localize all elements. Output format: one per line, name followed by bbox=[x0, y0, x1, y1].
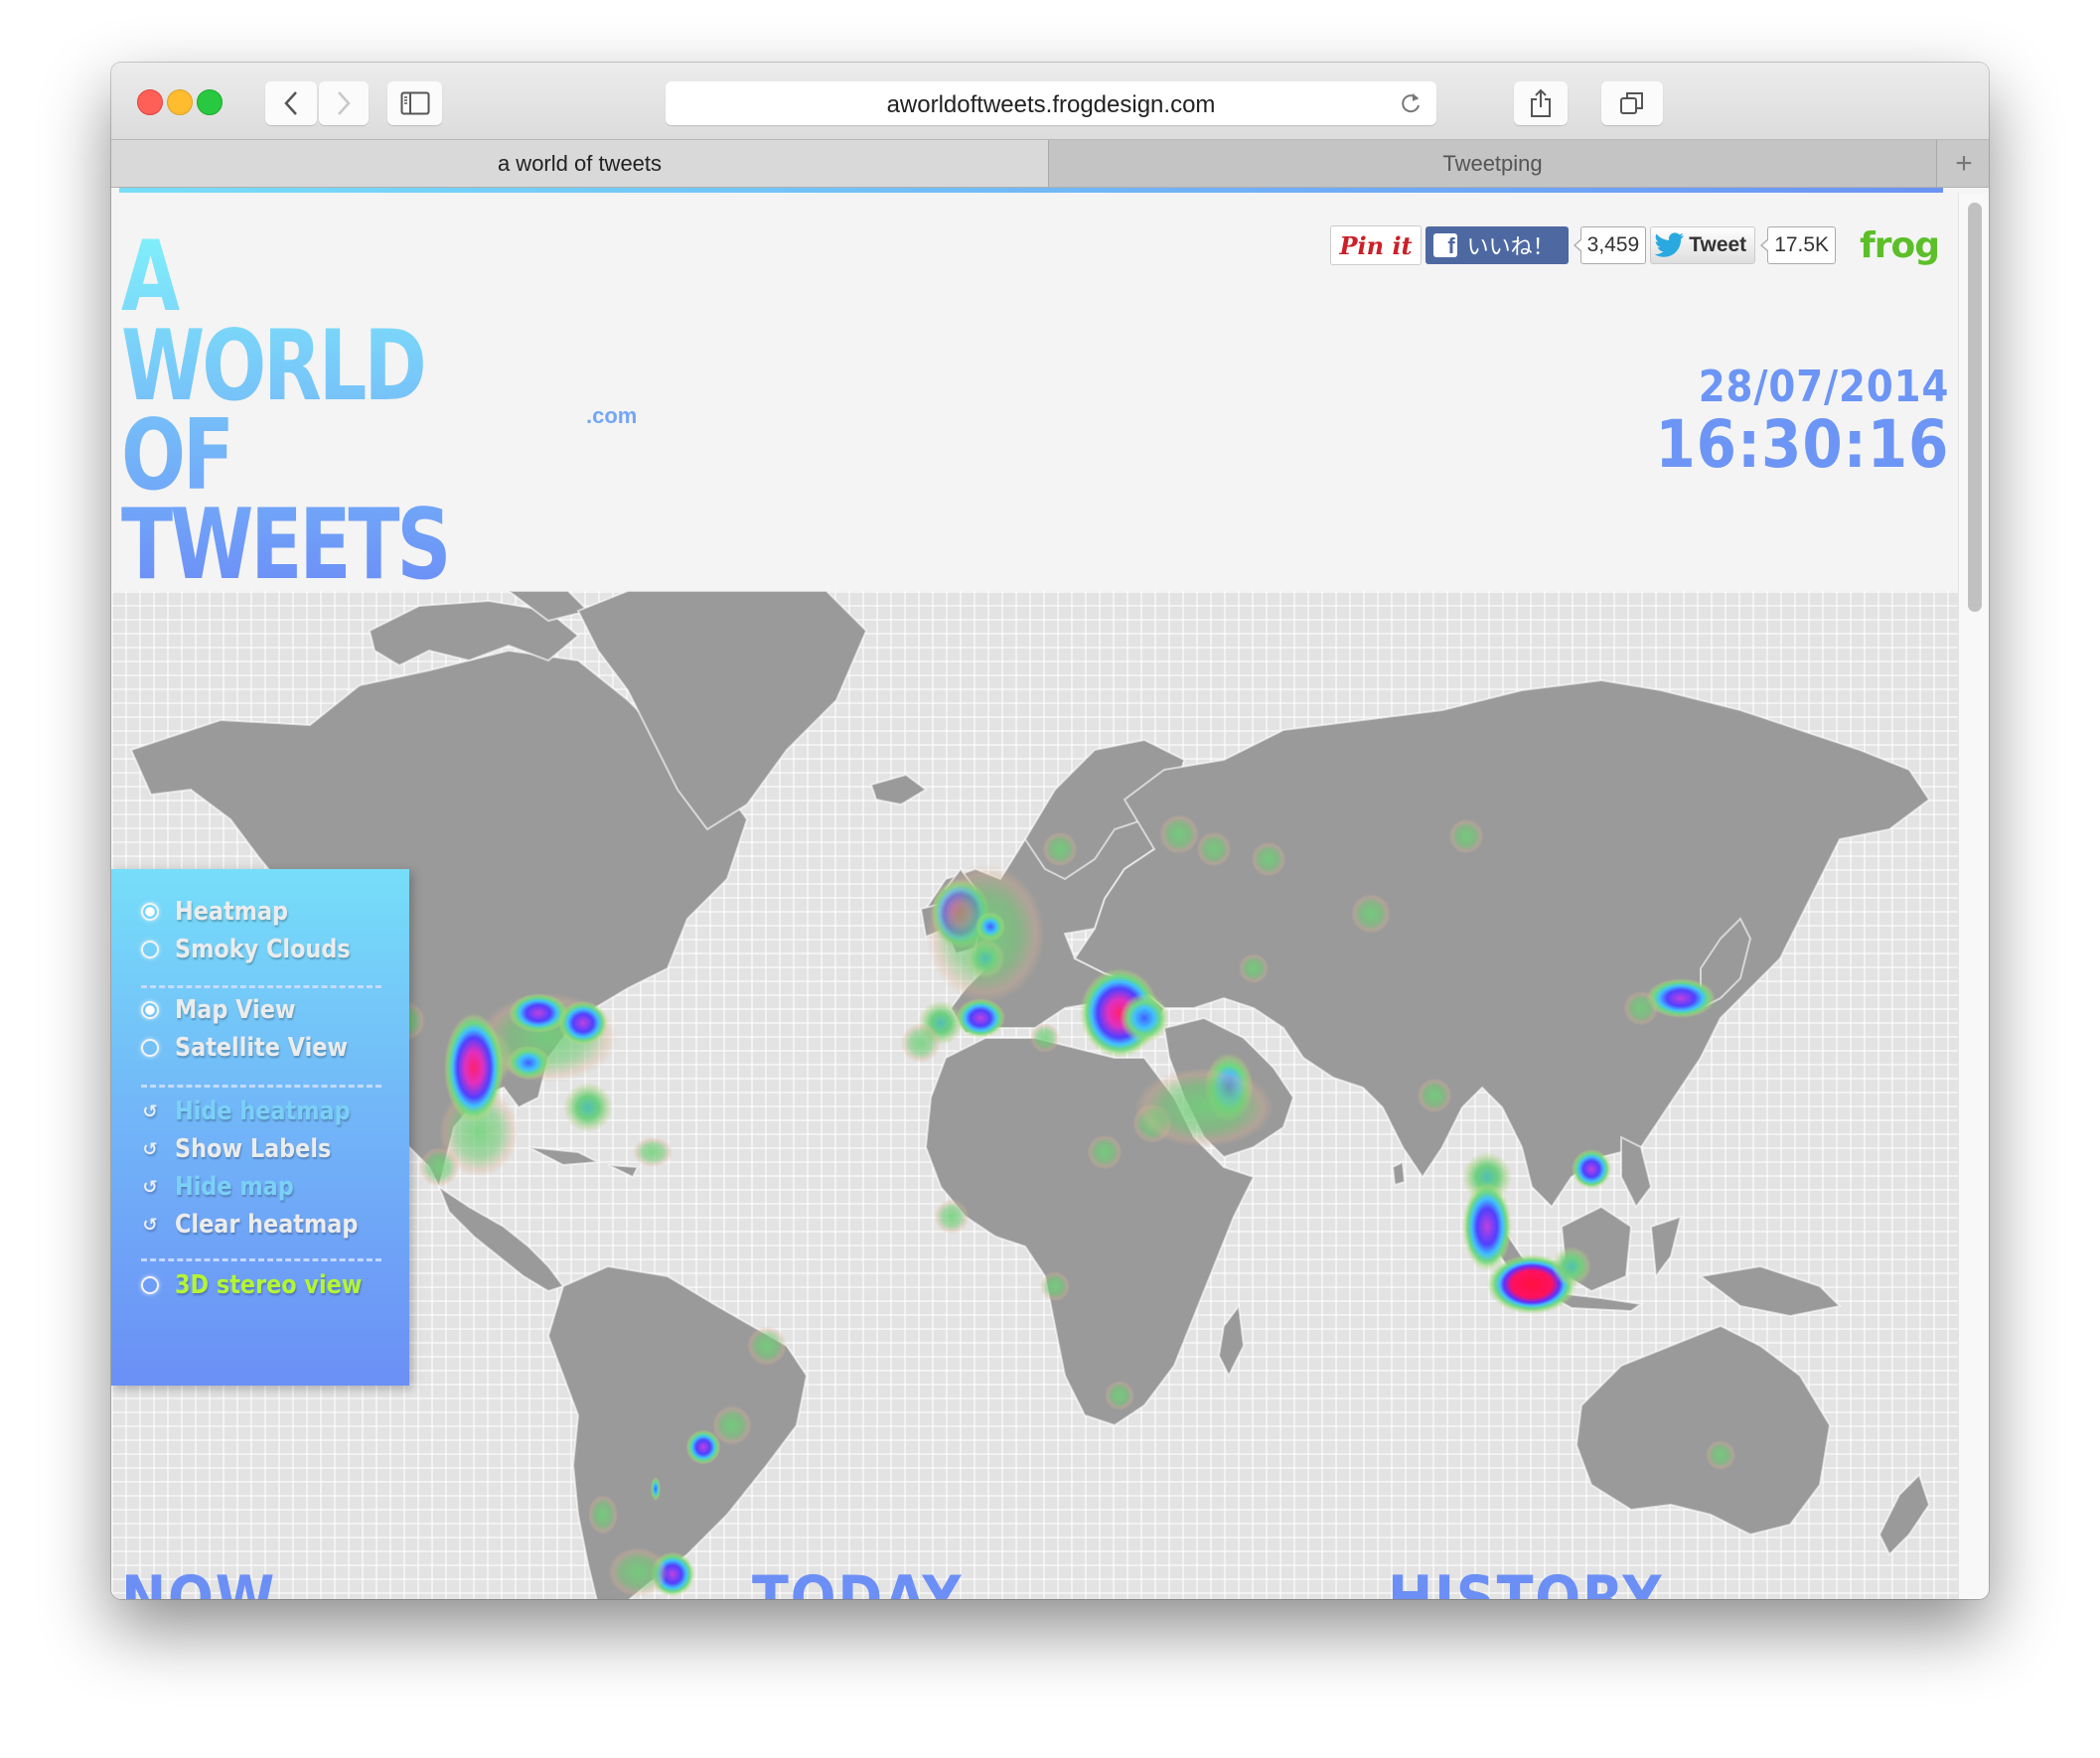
refresh-icon: ↺ bbox=[142, 1138, 158, 1160]
plus-icon: + bbox=[1955, 146, 1973, 180]
radio-map-view[interactable]: Map View bbox=[141, 995, 315, 1025]
scrollbar-thumb[interactable] bbox=[1968, 203, 1982, 612]
land-south-america bbox=[546, 1264, 809, 1599]
action-show-labels[interactable]: ↺ Show Labels bbox=[141, 1134, 357, 1164]
option-label: Smoky Clouds bbox=[175, 935, 351, 964]
action-hide-heatmap[interactable]: ↺ Hide heatmap bbox=[141, 1097, 378, 1126]
land-new-guinea bbox=[1698, 1264, 1843, 1318]
option-label: Hide map bbox=[175, 1172, 294, 1202]
sidebar-icon bbox=[400, 91, 429, 115]
logo-line-1: A bbox=[121, 220, 178, 334]
twitter-bird-icon bbox=[1655, 232, 1685, 257]
tweet-button[interactable]: Tweet bbox=[1650, 226, 1756, 264]
zoom-window-button[interactable] bbox=[197, 89, 223, 115]
address-bar[interactable]: aworldoftweets.frogdesign.com bbox=[666, 81, 1436, 125]
section-heading-now[interactable]: NOW bbox=[121, 1563, 276, 1599]
tab-tweetping[interactable]: Tweetping bbox=[1049, 140, 1937, 187]
share-button[interactable] bbox=[1514, 81, 1568, 125]
logo-line-3: OF TWEETS bbox=[121, 399, 449, 603]
radio-heatmap[interactable]: Heatmap bbox=[141, 897, 307, 927]
land-ireland bbox=[919, 902, 948, 939]
vertical-scrollbar[interactable] bbox=[1958, 193, 1989, 1599]
section-heading-history[interactable]: HISTORY bbox=[1388, 1563, 1663, 1599]
option-label: Show Labels bbox=[175, 1134, 332, 1164]
tab-bar: a world of tweets Tweetping + bbox=[111, 140, 1989, 188]
action-hide-map[interactable]: ↺ Hide map bbox=[141, 1172, 313, 1202]
share-icon bbox=[1531, 88, 1551, 117]
current-date: 28/07/2014 bbox=[1698, 362, 1949, 412]
refresh-icon: ↺ bbox=[142, 1214, 158, 1236]
new-tab-button[interactable]: + bbox=[1939, 140, 1989, 187]
radio-unselected-icon bbox=[141, 1276, 159, 1294]
radio-unselected-icon bbox=[141, 941, 159, 958]
land-madagascar bbox=[1217, 1303, 1246, 1379]
tab-overview-button[interactable] bbox=[1601, 81, 1663, 125]
land-sumatra bbox=[1474, 1204, 1544, 1288]
current-time: 16:30:16 bbox=[1655, 406, 1949, 483]
tab-a-world-of-tweets[interactable]: a world of tweets bbox=[111, 140, 1049, 187]
logo-line-2: WORLD bbox=[121, 310, 424, 424]
radio-satellite-view[interactable]: Satellite View bbox=[141, 1033, 375, 1063]
site-logo[interactable]: A WORLD OF TWEETS .com bbox=[121, 232, 638, 491]
frog-logo-link[interactable]: frog bbox=[1860, 225, 1940, 266]
radio-selected-icon bbox=[141, 1001, 159, 1019]
land-central-america bbox=[436, 1184, 565, 1293]
divider bbox=[141, 985, 381, 988]
url-text: aworldoftweets.frogdesign.com bbox=[886, 91, 1216, 118]
land-australia bbox=[1575, 1324, 1832, 1537]
page-content: A WORLD OF TWEETS .com Pin it f いいね！ 3,4… bbox=[111, 193, 1959, 1599]
radio-3d-stereo-view[interactable]: 3D stereo view bbox=[141, 1270, 392, 1300]
section-heading-today[interactable]: TODAY bbox=[752, 1563, 963, 1599]
refresh-icon: ↺ bbox=[142, 1176, 158, 1198]
close-window-button[interactable] bbox=[137, 89, 163, 115]
social-buttons: Pin it f いいね！ 3,459 Tweet 17.5K frog bbox=[1330, 225, 1940, 266]
chevron-right-icon bbox=[338, 91, 351, 115]
facebook-like-button[interactable]: f いいね！ bbox=[1425, 226, 1569, 264]
tweet-count: 17.5K bbox=[1760, 226, 1837, 264]
pinterest-pin-button[interactable]: Pin it bbox=[1330, 225, 1422, 265]
radio-smoky-clouds[interactable]: Smoky Clouds bbox=[141, 935, 378, 964]
sidebar-button[interactable] bbox=[387, 81, 442, 125]
browser-toolbar: aworldoftweets.frogdesign.com bbox=[111, 63, 1989, 140]
option-label: Satellite View bbox=[175, 1033, 349, 1063]
action-clear-heatmap[interactable]: ↺ Clear heatmap bbox=[141, 1210, 387, 1240]
facebook-like-label: いいね！ bbox=[1466, 234, 1555, 259]
land-iceland bbox=[869, 773, 928, 806]
land-borneo bbox=[1560, 1205, 1633, 1293]
tweet-label: Tweet bbox=[1689, 233, 1747, 256]
option-label: Clear heatmap bbox=[175, 1210, 359, 1240]
chevron-left-icon bbox=[284, 91, 297, 115]
section-headings: NOW TODAY HISTORY bbox=[111, 1563, 1959, 1599]
forward-button[interactable] bbox=[319, 81, 369, 125]
divider bbox=[141, 1258, 381, 1261]
tab-overview-icon bbox=[1620, 92, 1643, 114]
facebook-icon: f bbox=[1432, 233, 1457, 257]
reload-icon[interactable] bbox=[1399, 90, 1423, 116]
back-button[interactable] bbox=[265, 81, 317, 125]
land-java bbox=[1541, 1290, 1644, 1313]
radio-selected-icon bbox=[141, 903, 159, 921]
map-control-panel: Heatmap Smoky Clouds Map View Satellite … bbox=[111, 869, 409, 1386]
option-label: Heatmap bbox=[175, 897, 289, 927]
land-philippines bbox=[1620, 1135, 1653, 1209]
browser-window: aworldoftweets.frogdesign.com a world of… bbox=[111, 63, 1989, 1599]
land-new-zealand bbox=[1877, 1473, 1931, 1556]
logo-suffix: .com bbox=[586, 403, 638, 428]
facebook-like-count: 3,459 bbox=[1573, 226, 1647, 264]
divider bbox=[141, 1085, 381, 1088]
option-label: Map View bbox=[175, 995, 296, 1025]
minimize-window-button[interactable] bbox=[167, 89, 193, 115]
land-sulawesi bbox=[1649, 1215, 1683, 1279]
radio-unselected-icon bbox=[141, 1039, 159, 1057]
option-label: 3D stereo view bbox=[175, 1270, 363, 1300]
option-label: Hide heatmap bbox=[175, 1097, 351, 1126]
datetime-display: 28/07/2014 16:30:16 bbox=[1615, 362, 1949, 478]
refresh-icon: ↺ bbox=[142, 1100, 158, 1122]
